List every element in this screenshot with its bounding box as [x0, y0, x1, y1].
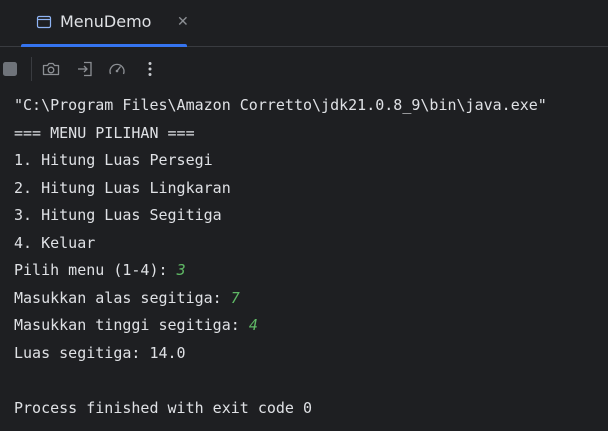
- speed-gauge-icon[interactable]: [107, 59, 127, 79]
- console-line-input-base: Masukkan alas segitiga: 7: [14, 285, 240, 312]
- console-user-input: 4: [248, 316, 258, 334]
- console-line-option-4: 4. Keluar: [14, 234, 96, 252]
- console-user-input: 7: [230, 289, 240, 307]
- toolbar-divider: [31, 57, 32, 81]
- console-line-option-2: 2. Hitung Luas Lingkaran: [14, 179, 231, 197]
- console-line-option-3: 3. Hitung Luas Segitiga: [14, 206, 222, 224]
- exit-icon[interactable]: [75, 59, 95, 79]
- more-vertical-icon[interactable]: [140, 59, 160, 79]
- console-output[interactable]: "C:\Program Files\Amazon Corretto\jdk21.…: [0, 91, 608, 431]
- console-line-result: Luas segitiga: 14.0: [14, 344, 186, 362]
- console-line-option-1: 1. Hitung Luas Persegi: [14, 151, 213, 169]
- console-prompt: Pilih menu (1-4):: [14, 261, 177, 279]
- tab-title: MenuDemo: [60, 12, 152, 31]
- console-toolbar: [0, 47, 608, 91]
- console-window-icon: [36, 14, 52, 30]
- console-line-choose-menu: Pilih menu (1-4): 3: [14, 257, 186, 284]
- console-line-input-height: Masukkan tinggi segitiga: 4: [14, 312, 258, 339]
- console-prompt: Masukkan tinggi segitiga:: [14, 316, 249, 334]
- console-line-menu-header: === MENU PILIHAN ===: [14, 124, 195, 142]
- tab-bar: MenuDemo ✕: [0, 0, 608, 47]
- console-line-java-path: "C:\Program Files\Amazon Corretto\jdk21.…: [14, 96, 547, 114]
- close-icon[interactable]: ✕: [177, 14, 189, 30]
- camera-icon[interactable]: [41, 59, 61, 79]
- stop-icon[interactable]: [2, 59, 22, 79]
- tab-menudemo[interactable]: MenuDemo ✕: [21, 0, 189, 47]
- console-prompt: Masukkan alas segitiga:: [14, 289, 231, 307]
- console-line-exit-code: Process finished with exit code 0: [14, 399, 313, 417]
- console-user-input: 3: [176, 261, 186, 279]
